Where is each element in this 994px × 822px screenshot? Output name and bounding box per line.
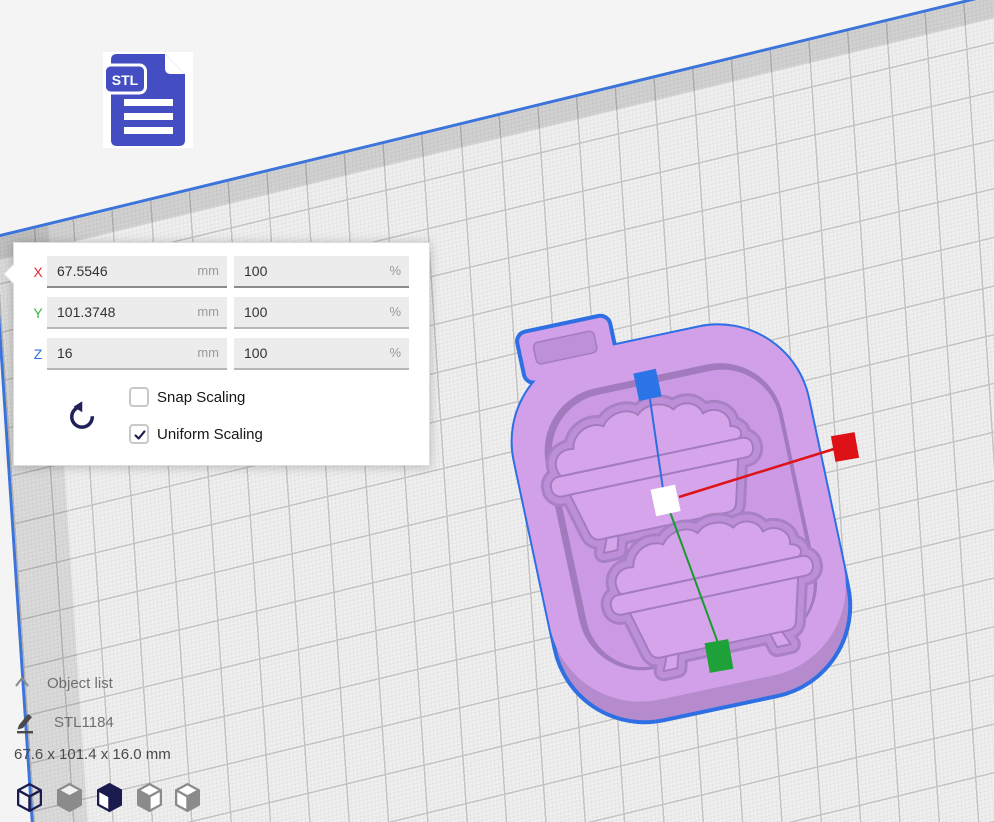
cube-front-view-icon (56, 782, 83, 813)
object-dimensions: 67.6 x 101.4 x 16.0 mm (14, 746, 171, 763)
view-3d-button[interactable] (15, 782, 43, 814)
scale-y-mm-unit: mm (197, 297, 219, 327)
scale-y-mm-field[interactable]: 101.3748 mm (47, 297, 227, 329)
scale-tool-panel: X 67.5546 mm 100 % Y 101.3748 mm 100 % Z… (13, 242, 430, 466)
scale-row-y: Y 101.3748 mm 100 % (14, 297, 429, 329)
pencil-edit-icon (13, 710, 37, 734)
chevron-up-icon (12, 674, 32, 690)
scale-z-mm-unit: mm (197, 338, 219, 368)
uniform-scaling-checkbox[interactable] (129, 424, 149, 444)
scale-z-mm-value: 16 (57, 338, 73, 368)
scale-x-mm-value: 67.5546 (57, 256, 108, 286)
view-top-button[interactable] (95, 782, 123, 814)
scale-x-percent-unit: % (389, 256, 401, 286)
scale-row-z: Z 16 mm 100 % (14, 338, 429, 370)
scale-handle-y[interactable] (705, 639, 734, 673)
cube-right-view-icon (174, 782, 201, 813)
view-front-button[interactable] (55, 782, 83, 814)
scale-x-percent-value: 100 (244, 256, 267, 286)
scale-x-mm-unit: mm (197, 256, 219, 286)
scale-handle-x[interactable] (831, 432, 859, 462)
view-right-button[interactable] (173, 782, 201, 814)
axis-y-label: Y (28, 297, 48, 329)
axis-x-label: X (28, 256, 48, 288)
axis-z-label: Z (28, 338, 48, 370)
object-list-label: Object list (47, 675, 113, 692)
cube-3d-view-icon (16, 782, 43, 813)
object-list-toggle[interactable]: Object list (12, 674, 32, 695)
scale-x-percent-field[interactable]: 100 % (234, 256, 409, 288)
object-name: STL1184 (54, 714, 114, 731)
view-left-button[interactable] (135, 782, 163, 814)
snap-scaling-checkbox[interactable] (129, 387, 149, 407)
scale-y-mm-value: 101.3748 (57, 297, 115, 327)
uniform-scaling-label: Uniform Scaling (157, 426, 263, 443)
stl-file-icon: STL (103, 52, 193, 153)
scale-y-percent-unit: % (389, 297, 401, 327)
scale-x-mm-field[interactable]: 67.5546 mm (47, 256, 227, 288)
stl-document-icon: STL (103, 52, 193, 148)
scale-y-percent-value: 100 (244, 297, 267, 327)
scale-y-percent-field[interactable]: 100 % (234, 297, 409, 329)
scale-row-x: X 67.5546 mm 100 % (14, 256, 429, 288)
object-list-item[interactable]: STL1184 (13, 710, 37, 739)
checkmark-icon (132, 427, 148, 443)
reset-arrow-icon (67, 399, 97, 433)
scale-z-mm-field[interactable]: 16 mm (47, 338, 227, 370)
cube-left-view-icon (136, 782, 163, 813)
scale-z-percent-unit: % (389, 338, 401, 368)
scale-z-percent-field[interactable]: 100 % (234, 338, 409, 370)
reset-scale-button[interactable] (66, 398, 98, 436)
stl-label: STL (112, 72, 139, 88)
cube-top-view-icon (96, 782, 123, 813)
scale-z-percent-value: 100 (244, 338, 267, 368)
snap-scaling-label: Snap Scaling (157, 389, 245, 406)
